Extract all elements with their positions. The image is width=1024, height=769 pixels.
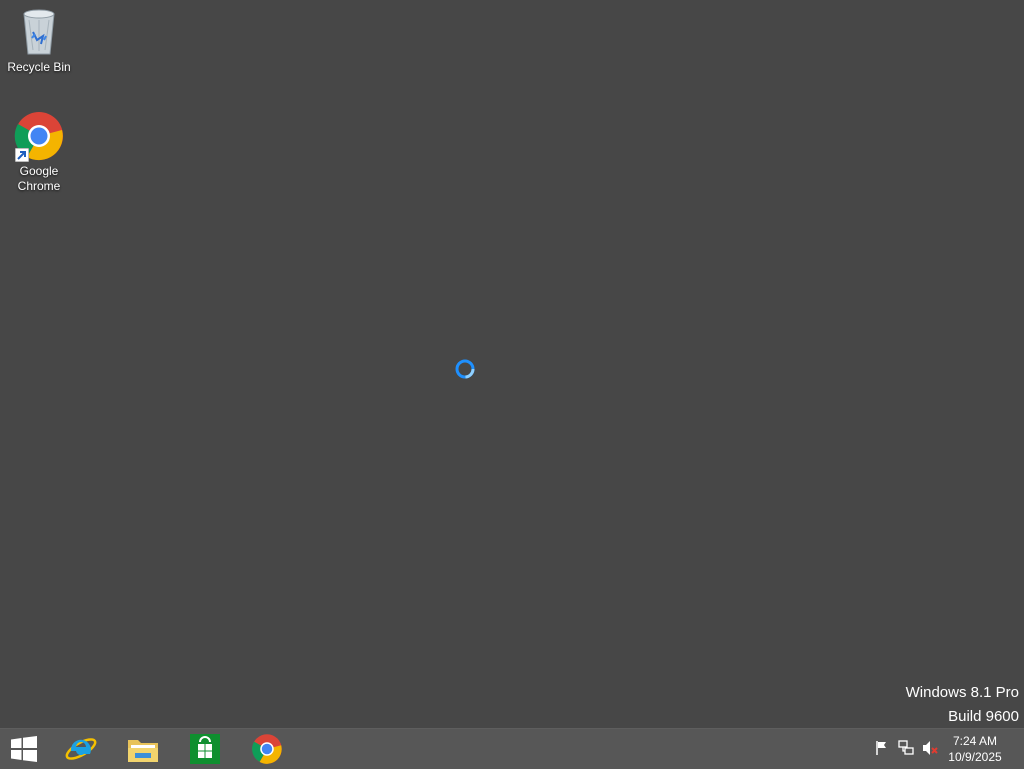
chrome-icon	[252, 734, 282, 764]
shortcut-arrow-icon	[15, 148, 29, 162]
taskbar-clock[interactable]: 7:24 AM 10/9/2025	[940, 733, 1010, 765]
desktop: Recycle Bin Google Chrome Windows 8.1 Pr…	[0, 0, 1024, 728]
taskbar-store[interactable]	[176, 729, 234, 769]
taskbar-google-chrome[interactable]	[238, 729, 296, 769]
desktop-icon-google-chrome[interactable]: Google Chrome	[1, 110, 77, 194]
desktop-icon-label: Google Chrome	[17, 164, 61, 193]
windows-version-watermark: Windows 8.1 Pro	[905, 684, 1019, 701]
build-number-watermark: Build 9600	[948, 708, 1019, 725]
store-icon	[190, 734, 220, 764]
busy-spinner-icon	[454, 358, 476, 380]
chrome-icon	[13, 110, 65, 162]
taskbar-internet-explorer[interactable]	[52, 729, 110, 769]
network-icon[interactable]	[897, 739, 915, 757]
file-explorer-icon	[128, 740, 158, 762]
taskbar-file-explorer[interactable]	[114, 729, 172, 769]
speaker-muted-icon[interactable]	[921, 739, 939, 757]
desktop-icon-recycle-bin[interactable]: Recycle Bin	[1, 6, 77, 75]
taskbar: 7:24 AM 10/9/2025	[0, 728, 1024, 769]
clock-time: 7:24 AM	[952, 734, 998, 748]
internet-explorer-icon	[65, 738, 97, 760]
clock-date: 10/9/2025	[948, 750, 1002, 764]
desktop-icon-label: Recycle Bin	[7, 60, 71, 74]
start-button[interactable]	[0, 729, 48, 769]
recycle-bin-icon	[13, 6, 65, 58]
windows-start-icon	[11, 736, 37, 762]
action-center-flag-icon[interactable]	[873, 739, 891, 757]
